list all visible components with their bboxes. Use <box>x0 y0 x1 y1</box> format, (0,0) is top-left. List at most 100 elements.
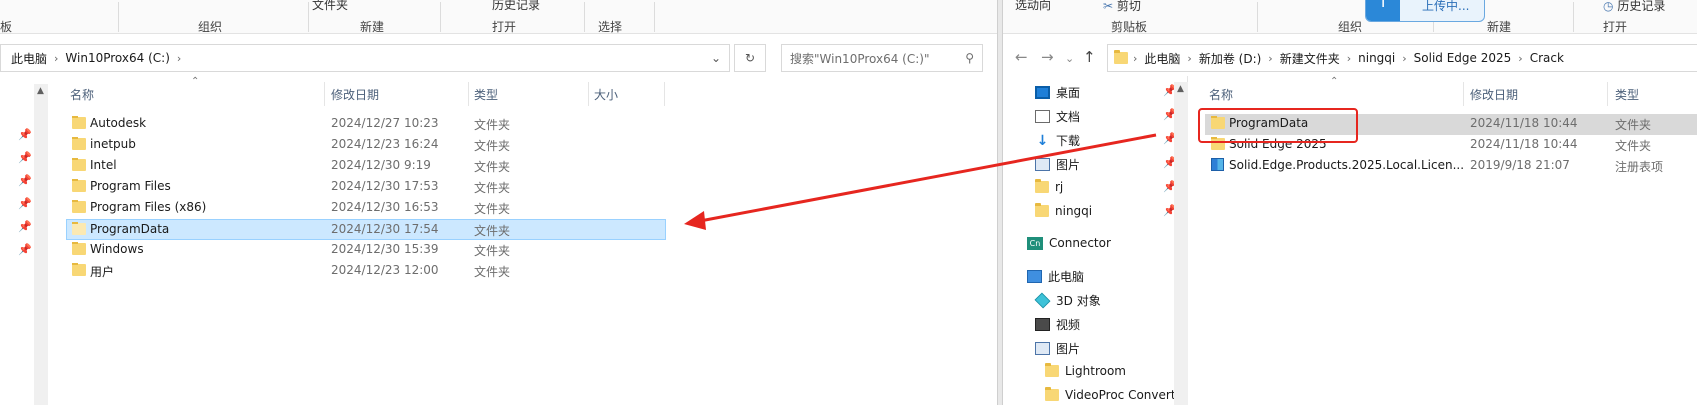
table-row[interactable]: 用户 2024/12/23 12:00 文件夹 <box>66 261 666 282</box>
column-separator[interactable] <box>1463 82 1464 106</box>
nav-label: 此电脑 <box>1048 270 1085 284</box>
folder-icon <box>72 137 86 151</box>
ribbon-separator <box>584 2 585 32</box>
address-dropdown-icon[interactable]: ⌄ <box>711 51 721 65</box>
nav-item-rj[interactable]: rj <box>1035 179 1063 194</box>
nav-item-desktop[interactable]: 桌面 <box>1035 84 1080 101</box>
search-icon[interactable]: ⚲ <box>965 51 974 65</box>
folder-icon <box>72 200 86 214</box>
ribbon-group-new: 新建 <box>1487 20 1512 34</box>
column-header-type[interactable]: 类型 <box>474 86 498 103</box>
breadcrumb-new-folder[interactable]: 新建文件夹 <box>1278 50 1342 67</box>
table-row[interactable]: Windows 2024/12/30 15:39 文件夹 <box>66 240 666 261</box>
pin-icon[interactable]: 📌 <box>18 197 32 210</box>
breadcrumb-drive-c[interactable]: Win10Prox64 (C:) <box>63 51 171 65</box>
nav-item-3d-objects[interactable]: 3D 对象 <box>1034 292 1101 309</box>
nav-item-videos[interactable]: 视频 <box>1035 316 1080 333</box>
chevron-right-icon[interactable]: › <box>49 52 63 65</box>
chevron-right-icon[interactable]: › <box>1397 52 1411 65</box>
breadcrumb-solid-edge[interactable]: Solid Edge 2025 <box>1412 51 1514 65</box>
back-arrow-icon[interactable]: ← <box>1015 48 1028 66</box>
column-header-date[interactable]: 修改日期 <box>331 86 379 103</box>
chevron-right-icon[interactable]: › <box>1513 52 1527 65</box>
breadcrumb-drive-d[interactable]: 新加卷 (D:) <box>1197 50 1263 67</box>
right-nav-scrollbar[interactable]: ▲ <box>1174 82 1188 405</box>
ribbon-history-label[interactable]: 历史记录 <box>492 0 540 13</box>
pin-icon[interactable]: 📌 <box>18 174 32 187</box>
nav-item-downloads[interactable]: ↓ 下载 <box>1035 132 1080 149</box>
breadcrumb-this-pc[interactable]: 此电脑 <box>1 50 49 67</box>
left-search-input[interactable]: 搜索"Win10Prox64 (C:)" ⚲ <box>781 44 983 72</box>
ribbon-cut-label[interactable]: ✂ 剪切 <box>1103 0 1141 14</box>
left-nav-scrollbar[interactable]: ▲ <box>34 84 48 405</box>
file-date: 2024/12/30 17:53 <box>331 179 439 193</box>
nav-item-pictures[interactable]: 图片 <box>1035 156 1080 173</box>
table-row[interactable]: Solid.Edge.Products.2025.Local.Licen... … <box>1205 156 1697 177</box>
ribbon-easy-access-label[interactable]: 选动向 <box>1015 0 1051 13</box>
table-row[interactable]: Autodesk 2024/12/27 10:23 文件夹 <box>66 114 666 135</box>
desktop-icon <box>1035 86 1050 99</box>
file-date: 2024/12/30 17:54 <box>331 222 439 236</box>
ribbon-folder-label[interactable]: 文件夹 <box>312 0 348 13</box>
upload-arrow-icon[interactable]: ↑ <box>1366 0 1400 21</box>
breadcrumb-crack[interactable]: Crack <box>1528 51 1566 65</box>
column-header-size[interactable]: 大小 <box>594 86 618 103</box>
file-type: 文件夹 <box>474 202 511 216</box>
breadcrumb-ningqi[interactable]: ningqi <box>1356 51 1397 65</box>
file-name: Autodesk <box>90 116 147 130</box>
folder-icon <box>72 263 86 277</box>
nav-label: 桌面 <box>1056 86 1081 100</box>
nav-item-pictures-2[interactable]: 图片 <box>1035 340 1080 357</box>
nav-label: 图片 <box>1056 158 1081 172</box>
chevron-right-icon[interactable]: › <box>1342 52 1356 65</box>
pin-icon[interactable]: 📌 <box>18 128 32 141</box>
recent-locations-icon[interactable]: ⌄ <box>1065 52 1074 65</box>
chevron-right-icon[interactable]: › <box>1128 52 1142 65</box>
upload-status: 上传中... <box>1422 0 1470 13</box>
column-header-type[interactable]: 类型 <box>1615 86 1639 103</box>
nav-item-videoproc[interactable]: VideoProc Convert <box>1045 387 1176 402</box>
ribbon-history-label[interactable]: ◷ 历史记录 <box>1603 0 1665 14</box>
table-row[interactable]: Program Files (x86) 2024/12/30 16:53 文件夹 <box>66 198 666 219</box>
nav-item-lightroom[interactable]: Lightroom <box>1045 363 1126 378</box>
refresh-button[interactable]: ↻ <box>734 44 766 72</box>
column-header-name[interactable]: 名称 <box>70 86 94 103</box>
up-arrow-icon[interactable]: ↑ <box>1083 48 1096 66</box>
file-date: 2024/12/23 12:00 <box>331 263 439 277</box>
table-row[interactable]: Program Files 2024/12/30 17:53 文件夹 <box>66 177 666 198</box>
ribbon-separator <box>1257 2 1258 32</box>
ribbon-group-organize: 组织 <box>1338 20 1363 34</box>
table-row[interactable]: inetpub 2024/12/23 16:24 文件夹 <box>66 135 666 156</box>
left-address-bar[interactable]: 此电脑 › Win10Prox64 (C:) › ⌄ <box>0 44 730 72</box>
column-header-date[interactable]: 修改日期 <box>1470 86 1518 103</box>
breadcrumb-this-pc[interactable]: 此电脑 <box>1142 50 1182 67</box>
table-row-selected[interactable]: ProgramData 2024/12/30 17:54 文件夹 <box>66 219 666 240</box>
right-address-bar[interactable]: › 此电脑 › 新加卷 (D:) › 新建文件夹 › ningqi › Soli… <box>1107 44 1697 72</box>
nav-item-this-pc[interactable]: 此电脑 <box>1027 268 1084 285</box>
column-separator[interactable] <box>1607 82 1608 106</box>
this-pc-icon <box>1027 270 1042 283</box>
column-header-name[interactable]: 名称 <box>1209 86 1233 103</box>
scroll-up-icon[interactable]: ▲ <box>1177 84 1184 94</box>
file-name: 用户 <box>90 265 115 279</box>
pin-icon[interactable]: 📌 <box>18 151 32 164</box>
file-date: 2024/12/27 10:23 <box>331 116 439 130</box>
nav-item-connector[interactable]: Cn Connector <box>1027 236 1111 250</box>
column-separator[interactable] <box>664 82 665 106</box>
upload-progress-toast[interactable]: ↑ 上传中... <box>1365 0 1485 22</box>
connector-icon: Cn <box>1027 236 1043 250</box>
column-separator[interactable] <box>324 82 325 106</box>
folder-icon <box>1045 363 1059 378</box>
column-separator[interactable] <box>588 82 589 106</box>
forward-arrow-icon[interactable]: → <box>1041 48 1054 66</box>
chevron-right-icon[interactable]: › <box>1263 52 1277 65</box>
nav-item-ningqi[interactable]: ningqi <box>1035 203 1092 218</box>
pin-icon[interactable]: 📌 <box>18 220 32 233</box>
nav-item-documents[interactable]: 文档 <box>1035 108 1080 125</box>
pin-icon[interactable]: 📌 <box>18 243 32 256</box>
scroll-up-icon[interactable]: ▲ <box>37 86 44 96</box>
chevron-right-icon[interactable]: › <box>172 52 186 65</box>
table-row[interactable]: Intel 2024/12/30 9:19 文件夹 <box>66 156 666 177</box>
column-separator[interactable] <box>468 82 469 106</box>
chevron-right-icon[interactable]: › <box>1182 52 1196 65</box>
